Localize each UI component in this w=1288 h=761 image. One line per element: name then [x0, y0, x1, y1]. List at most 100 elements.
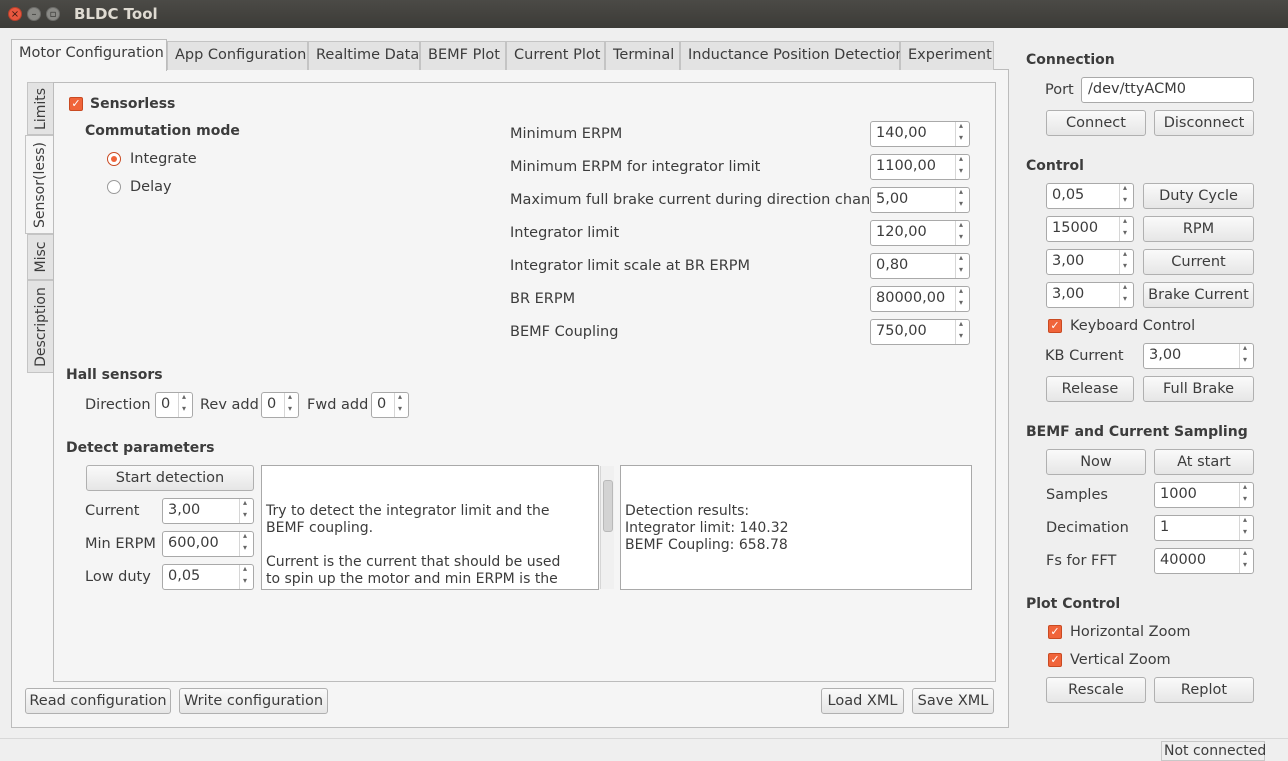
spin-arrows-icon[interactable]	[1239, 548, 1253, 573]
tab-current-plot[interactable]: Current Plot	[506, 41, 605, 70]
kb-current-label: KB Current	[1045, 348, 1124, 364]
load-xml-button[interactable]: Load XML	[821, 688, 904, 714]
detection-results-box[interactable]: Detection results: Integrator limit: 140…	[620, 465, 972, 590]
port-input[interactable]: /dev/ttyACM0	[1081, 77, 1254, 103]
integrator-limit-spinbox[interactable]: 120,00	[870, 220, 970, 246]
spin-arrows-icon[interactable]	[955, 220, 969, 245]
connection-title: Connection	[1026, 52, 1115, 68]
spin-arrows-icon[interactable]	[239, 531, 253, 556]
fwd-add-spinbox[interactable]: 0	[371, 392, 409, 418]
horizontal-zoom-label: Horizontal Zoom	[1070, 624, 1191, 640]
tab-terminal[interactable]: Terminal	[605, 41, 680, 70]
direction-spinbox[interactable]: 0	[155, 392, 193, 418]
full-brake-button[interactable]: Full Brake	[1143, 376, 1254, 402]
status-bar: Not connected	[0, 738, 1288, 761]
kb-current-spinbox[interactable]: 3,00	[1143, 343, 1254, 369]
spin-arrows-icon[interactable]	[394, 392, 408, 417]
spin-arrows-icon[interactable]	[955, 154, 969, 179]
current-button[interactable]: Current	[1143, 249, 1254, 275]
br-erpm-spinbox[interactable]: 80000,00	[870, 286, 970, 312]
spinbox-value: 80000,00	[876, 290, 946, 306]
now-button[interactable]: Now	[1046, 449, 1146, 475]
spin-arrows-icon[interactable]	[1119, 216, 1133, 241]
minimum-erpm-spinbox[interactable]: 140,00	[870, 121, 970, 147]
max-brake-current-spinbox[interactable]: 5,00	[870, 187, 970, 213]
spinbox-value: 750,00	[876, 323, 927, 339]
spin-arrows-icon[interactable]	[1119, 183, 1133, 208]
brake-current-button[interactable]: Brake Current	[1143, 282, 1254, 308]
samples-spinbox[interactable]: 1000	[1154, 482, 1254, 508]
side-tab-limits[interactable]: Limits	[27, 82, 53, 135]
help-scrollbar[interactable]	[600, 466, 614, 589]
spin-arrows-icon[interactable]	[1239, 482, 1253, 507]
param-label: Minimum ERPM for integrator limit	[510, 159, 761, 175]
at-start-button[interactable]: At start	[1154, 449, 1254, 475]
hall-sensors-title: Hall sensors	[66, 367, 163, 383]
tab-bemf-plot[interactable]: BEMF Plot	[420, 41, 506, 70]
bemf-coupling-spinbox[interactable]: 750,00	[870, 319, 970, 345]
vertical-zoom-label: Vertical Zoom	[1070, 652, 1171, 668]
duty-cycle-button[interactable]: Duty Cycle	[1143, 183, 1254, 209]
spin-arrows-icon[interactable]	[955, 319, 969, 344]
spin-arrows-icon[interactable]	[239, 498, 253, 523]
spin-arrows-icon[interactable]	[955, 121, 969, 146]
decimation-spinbox[interactable]: 1	[1154, 515, 1254, 541]
spin-arrows-icon[interactable]	[239, 564, 253, 589]
rpm-button[interactable]: RPM	[1143, 216, 1254, 242]
connect-button[interactable]: Connect	[1046, 110, 1146, 136]
detect-parameters-title: Detect parameters	[66, 440, 215, 456]
rev-add-spinbox[interactable]: 0	[261, 392, 299, 418]
horizontal-zoom-checkbox[interactable]: ✓	[1048, 625, 1062, 639]
detect-current-spinbox[interactable]: 3,00	[162, 498, 254, 524]
save-xml-button[interactable]: Save XML	[912, 688, 994, 714]
brake-current-spinbox[interactable]: 3,00	[1046, 282, 1134, 308]
tab-realtime-data[interactable]: Realtime Data	[308, 41, 420, 70]
spin-arrows-icon[interactable]	[955, 187, 969, 212]
read-configuration-button[interactable]: Read configuration	[25, 688, 171, 714]
fs-fft-spinbox[interactable]: 40000	[1154, 548, 1254, 574]
low-duty-spinbox[interactable]: 0,05	[162, 564, 254, 590]
spin-arrows-icon[interactable]	[1119, 282, 1133, 307]
integrator-scale-spinbox[interactable]: 0,80	[870, 253, 970, 279]
write-configuration-button[interactable]: Write configuration	[179, 688, 328, 714]
spin-arrows-icon[interactable]	[284, 392, 298, 417]
tab-experiment[interactable]: Experiment	[900, 41, 994, 70]
rpm-spinbox[interactable]: 15000	[1046, 216, 1134, 242]
start-detection-button[interactable]: Start detection	[86, 465, 254, 491]
keyboard-control-checkbox[interactable]: ✓	[1048, 319, 1062, 333]
min-erpm-spinbox[interactable]: 600,00	[162, 531, 254, 557]
direction-label: Direction	[85, 397, 151, 413]
rescale-button[interactable]: Rescale	[1046, 677, 1146, 703]
maximize-icon[interactable]: ▫	[46, 7, 60, 21]
spin-arrows-icon[interactable]	[1239, 515, 1253, 540]
spin-arrows-icon[interactable]	[178, 392, 192, 417]
side-tab-sensorless[interactable]: Sensor(less)	[25, 135, 53, 234]
replot-button[interactable]: Replot	[1154, 677, 1254, 703]
spin-arrows-icon[interactable]	[1239, 343, 1253, 368]
minimize-icon[interactable]: –	[27, 7, 41, 21]
tab-motor-configuration[interactable]: Motor Configuration	[11, 39, 167, 71]
tab-app-configuration[interactable]: App Configuration	[167, 41, 308, 70]
current-spinbox[interactable]: 3,00	[1046, 249, 1134, 275]
delay-radio[interactable]	[107, 180, 121, 194]
min-erpm-integrator-spinbox[interactable]: 1100,00	[870, 154, 970, 180]
control-title: Control	[1026, 158, 1084, 174]
vertical-zoom-checkbox[interactable]: ✓	[1048, 653, 1062, 667]
spin-arrows-icon[interactable]	[955, 253, 969, 278]
scroll-thumb[interactable]	[603, 480, 613, 532]
tab-inductance-position-detection[interactable]: Inductance Position Detection	[680, 41, 905, 70]
sensorless-checkbox[interactable]: ✓	[69, 97, 83, 111]
disconnect-button[interactable]: Disconnect	[1154, 110, 1254, 136]
close-icon[interactable]: ×	[8, 7, 22, 21]
param-label: Integrator limit scale at BR ERPM	[510, 258, 751, 274]
title-bar: × – ▫ BLDC Tool	[0, 0, 1288, 28]
spin-arrows-icon[interactable]	[955, 286, 969, 311]
release-button[interactable]: Release	[1046, 376, 1134, 402]
help-text-content: Try to detect the integrator limit and t…	[266, 503, 561, 589]
spin-arrows-icon[interactable]	[1119, 249, 1133, 274]
duty-spinbox[interactable]: 0,05	[1046, 183, 1134, 209]
side-tab-description[interactable]: Description	[27, 280, 53, 373]
side-tab-misc[interactable]: Misc	[27, 234, 53, 280]
detect-help-text[interactable]: Try to detect the integrator limit and t…	[261, 465, 599, 590]
integrate-radio[interactable]	[107, 152, 121, 166]
